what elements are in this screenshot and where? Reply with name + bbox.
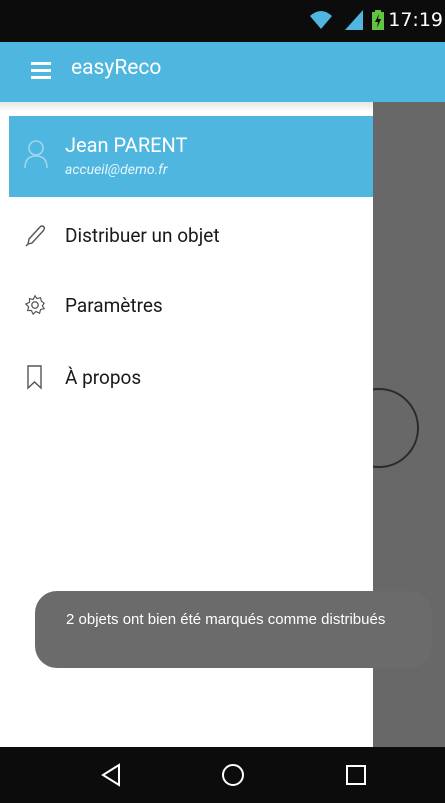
status-bar: 17:19 — [0, 0, 445, 42]
user-icon — [24, 140, 48, 169]
app-bar: easyReco — [0, 42, 445, 102]
status-time: 17:19 — [388, 9, 443, 31]
system-navigation-bar — [0, 747, 445, 803]
wifi-icon — [310, 11, 332, 29]
bookmark-icon — [27, 365, 42, 390]
drawer-header[interactable]: Jean PARENT accueil@demo.fr — [9, 116, 373, 197]
pencil-icon — [25, 225, 46, 247]
menu-item-parametres[interactable]: Paramètres — [9, 282, 373, 330]
menu-item-distribuer[interactable]: Distribuer un objet — [9, 212, 373, 260]
hamburger-menu-icon[interactable] — [31, 62, 51, 80]
drawer-top-shadow — [0, 102, 373, 112]
back-icon[interactable] — [97, 761, 125, 789]
home-icon[interactable] — [219, 761, 247, 789]
gear-icon — [24, 294, 46, 316]
menu-item-label: Paramètres — [65, 294, 163, 317]
toast-message: 2 objets ont bien été marqués comme dist… — [66, 611, 386, 628]
signal-icon — [345, 10, 363, 30]
menu-item-label: Distribuer un objet — [65, 224, 220, 247]
recents-icon[interactable] — [342, 761, 370, 789]
app-title: easyReco — [71, 56, 162, 80]
menu-item-label: À propos — [65, 366, 142, 389]
toast-notification: 2 objets ont bien été marqués comme dist… — [35, 591, 432, 668]
user-name: Jean PARENT — [65, 133, 188, 157]
menu-item-a-propos[interactable]: À propos — [9, 354, 373, 402]
battery-charging-icon — [372, 10, 384, 30]
user-email: accueil@demo.fr — [65, 162, 168, 178]
